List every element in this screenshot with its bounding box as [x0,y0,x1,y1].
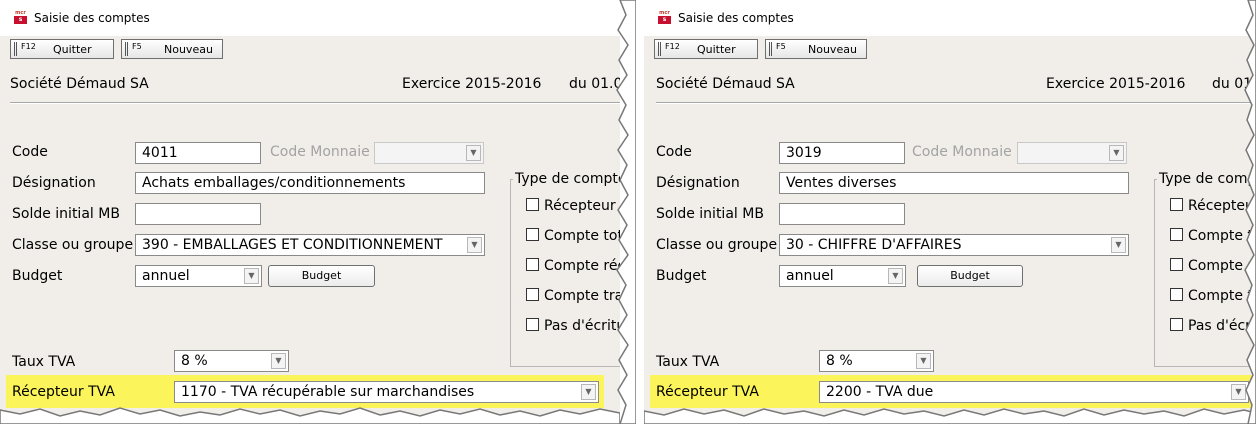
currency-label: Code Monnaie [912,144,1012,160]
f5-key-icon: F5 [769,42,791,56]
class-select[interactable]: 390 - EMBALLAGES ET CONDITIONNEMENT ▼ [135,234,485,256]
vat-rate-select[interactable]: 8 % ▼ [819,350,934,372]
vat-receiver-label: Récepteur TVA [656,384,759,400]
app-icon: mcr s [658,10,671,24]
budget-label: Budget [12,268,63,284]
chevron-down-icon: ▼ [888,268,903,284]
class-select[interactable]: 30 - CHIFFRE D'AFFAIRES ▼ [779,234,1129,256]
budget-select[interactable]: annuel ▼ [135,265,262,287]
opening-balance-field[interactable] [779,203,905,225]
checkbox-icon [1170,288,1183,301]
chevron-down-icon: ▼ [1111,237,1126,253]
budget-button[interactable]: Budget [917,265,1023,287]
window-title: Saisie des comptes [34,11,150,25]
company-name: Société Démaud SA [10,76,149,92]
checkbox-icon [1170,258,1183,271]
vat-rate-label: Taux TVA [656,354,720,370]
designation-field[interactable]: Ventes diverses [779,172,1129,194]
chevron-down-icon: ▼ [581,384,596,400]
designation-label: Désignation [12,175,96,191]
chevron-down-icon: ▼ [244,268,259,284]
toolbar: F12 Quitter F5 Nouveau [0,36,620,68]
torn-edge [0,407,620,424]
exercice-label: Exercice 2015-2016 [402,76,542,92]
checkbox-icon [1170,228,1183,241]
currency-select[interactable]: ▼ [374,142,484,164]
opening-balance-field[interactable] [135,203,261,225]
right-window: mcr s Saisie des comptes F12 Quitter F5 … [644,0,1256,424]
code-field[interactable]: 3019 [779,142,905,164]
checkbox-icon [1170,198,1183,211]
chevron-down-icon: ▼ [271,353,286,369]
vat-receiver-label: Récepteur TVA [12,384,115,400]
chevron-down-icon: ▼ [916,353,931,369]
exercice-label: Exercice 2015-2016 [1046,76,1186,92]
designation-label: Désignation [656,175,740,191]
title-bar: mcr s Saisie des comptes [644,0,1256,36]
code-field[interactable]: 4011 [135,142,261,164]
class-label: Classe ou groupe [12,237,134,253]
checkbox-icon [526,318,539,331]
torn-edge [1244,0,1256,424]
checkbox-icon [526,258,539,271]
budget-select[interactable]: annuel ▼ [779,265,906,287]
chevron-down-icon: ▼ [466,145,481,161]
torn-edge [644,408,1256,424]
header-divider [10,102,620,104]
account-type-title: Type de compte [513,171,620,187]
checkbox-icon [526,288,539,301]
quit-button[interactable]: F12 Quitter [10,39,114,59]
checkbox-icon [1170,318,1183,331]
opening-balance-label: Solde initial MB [12,206,120,222]
code-label: Code [12,144,48,160]
budget-button[interactable]: Budget [268,265,375,287]
toolbar: F12 Quitter F5 Nouveau [644,36,1256,68]
designation-field[interactable]: Achats emballages/conditionnements [135,172,485,194]
vat-receiver-select[interactable]: 1170 - TVA récupérable sur marchandises … [174,381,599,403]
vat-receiver-select[interactable]: 2200 - TVA due ▼ [819,381,1249,403]
checkbox-icon [526,228,539,241]
code-label: Code [656,144,692,160]
vat-rate-label: Taux TVA [12,354,76,370]
left-window: mcr s Saisie des comptes F12 Quitter F5 … [0,0,620,424]
f5-key-icon: F5 [125,42,147,56]
app-icon: mcr s [14,10,27,24]
f12-key-icon: F12 [658,42,680,56]
checkbox-icon [526,198,539,211]
f12-key-icon: F12 [14,42,36,56]
opening-balance-label: Solde initial MB [656,206,764,222]
chevron-down-icon: ▼ [467,237,482,253]
chevron-down-icon: ▼ [1109,145,1124,161]
torn-edge [616,0,636,424]
currency-label: Code Monnaie [270,144,370,160]
class-label: Classe ou groupe [656,237,778,253]
new-button[interactable]: F5 Nouveau [121,39,223,59]
company-name: Société Démaud SA [656,76,795,92]
new-button[interactable]: F5 Nouveau [765,39,867,59]
currency-select[interactable]: ▼ [1017,142,1127,164]
quit-button[interactable]: F12 Quitter [654,39,758,59]
budget-label: Budget [656,268,707,284]
header-divider [656,102,1256,104]
title-bar: mcr s Saisie des comptes [0,0,620,36]
vat-rate-select[interactable]: 8 % ▼ [174,350,289,372]
window-title: Saisie des comptes [678,11,794,25]
